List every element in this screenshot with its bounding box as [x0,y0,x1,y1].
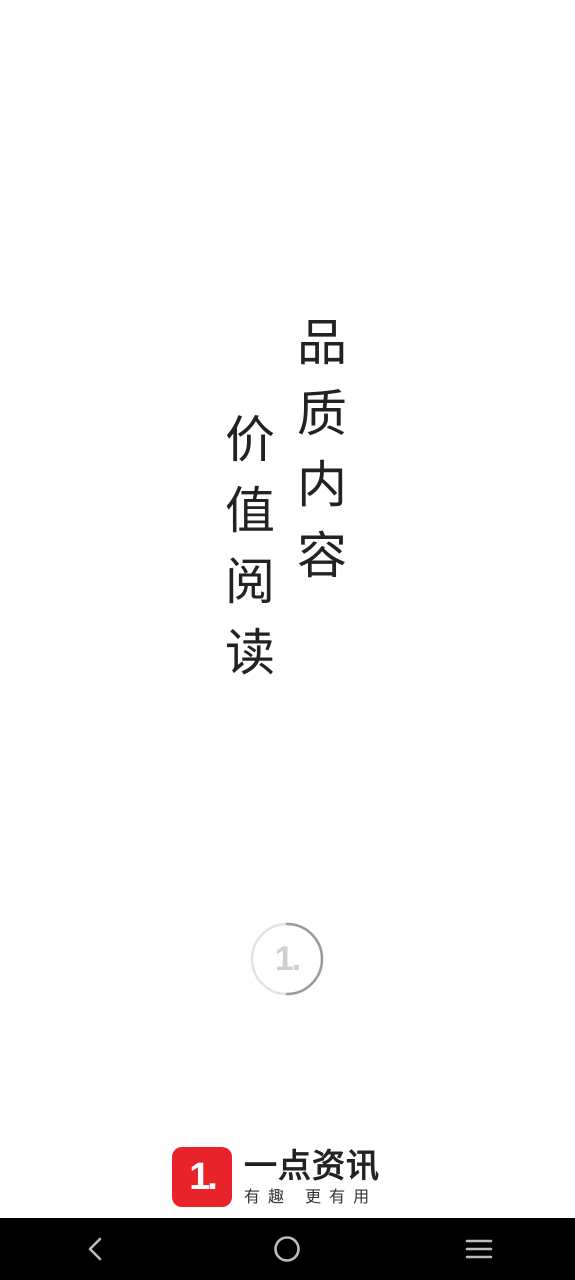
brand-logo: 1. [172,1147,232,1207]
loader-logo-text: 1. [274,939,301,978]
slogan-quality-content: 品 质 内 容 [294,308,350,592]
slogan-char: 品 [297,314,347,372]
brand-slogan: 有趣 更有用 [244,1187,378,1206]
slogan-char: 容 [297,527,347,585]
brand-name: 一点资讯 [244,1146,380,1185]
splash-screen: 品 质 内 容 价 值 阅 读 1. 1. 一点资讯 有趣 更有用 [0,0,575,1280]
slogan-char: 价 [225,411,275,469]
menu-icon [465,1239,493,1259]
back-button[interactable] [66,1219,126,1279]
slogan-char: 值 [225,482,275,540]
brand-text: 一点资讯 有趣 更有用 [244,1147,380,1207]
recents-button[interactable] [449,1219,509,1279]
slogan-char: 阅 [225,553,275,611]
slogan-value-reading: 价 值 阅 读 [222,405,278,689]
slogan-char: 内 [297,456,347,514]
brand-footer: 1. 一点资讯 有趣 更有用 [172,1146,380,1208]
system-navigation-bar [0,1218,575,1280]
home-button[interactable] [257,1219,317,1279]
slogan-char: 读 [225,624,275,682]
loading-spinner: 1. [250,922,324,996]
home-icon [274,1236,301,1262]
back-icon [88,1237,102,1261]
slogan-char: 质 [297,385,347,443]
